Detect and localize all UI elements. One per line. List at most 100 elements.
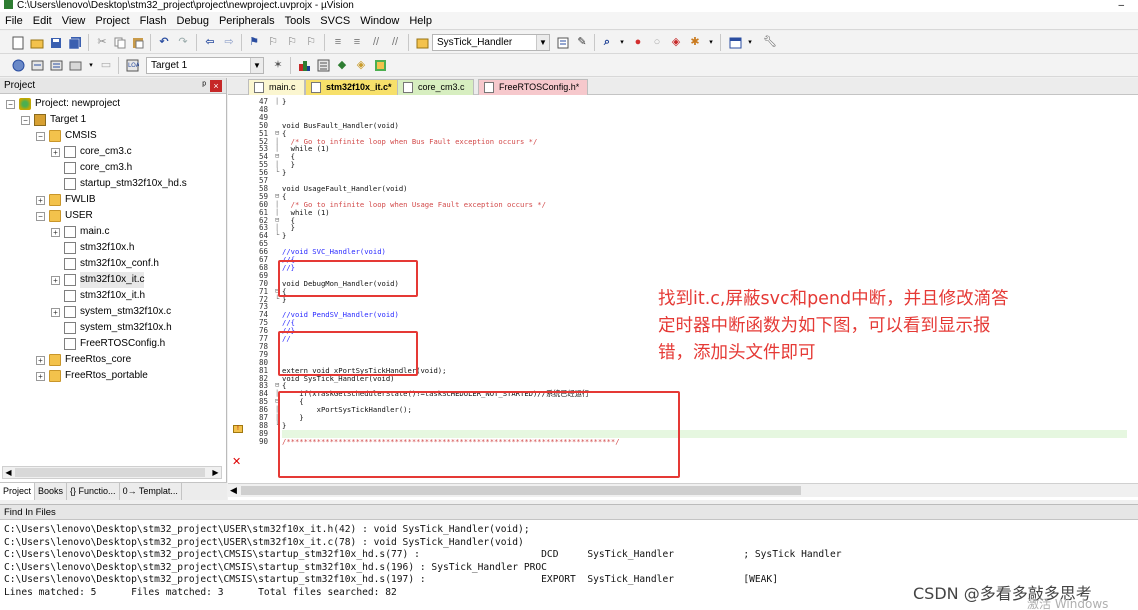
menu-edit[interactable]: Edit xyxy=(28,12,57,30)
tab-books[interactable]: Books xyxy=(35,483,68,500)
menu-flash[interactable]: Flash xyxy=(135,12,172,30)
menu-project[interactable]: Project xyxy=(90,12,134,30)
find-result-row[interactable]: C:\Users\lenovo\Desktop\stm32_project\US… xyxy=(4,537,524,549)
find-combo-dropdown-icon[interactable]: ▼ xyxy=(536,35,549,50)
find-result-row[interactable]: C:\Users\lenovo\Desktop\stm32_project\US… xyxy=(4,524,530,536)
rebuild-icon[interactable] xyxy=(48,58,64,73)
tree-file[interactable]: stm32f10x.h xyxy=(51,240,134,256)
build-icon[interactable] xyxy=(29,58,45,73)
breakpoint-settings-icon[interactable]: ✱ xyxy=(687,35,703,50)
tree-file[interactable]: stm32f10x_conf.h xyxy=(51,256,159,272)
comment-icon[interactable]: // xyxy=(368,35,384,50)
breakpoint-disable-icon[interactable]: ○ xyxy=(649,35,665,50)
find-result-row[interactable]: C:\Users\lenovo\Desktop\stm32_project\CM… xyxy=(4,574,778,586)
tree-file[interactable]: system_stm32f10x.h xyxy=(51,320,172,336)
target-select-combo[interactable]: Target 1 ▼ xyxy=(146,57,264,74)
collapse-icon[interactable]: − xyxy=(36,211,45,221)
warning-icon[interactable]: ! xyxy=(233,425,243,433)
collapse-icon[interactable]: − xyxy=(6,99,15,109)
error-icon[interactable]: ✕ xyxy=(232,457,241,468)
tab-templates[interactable]: 0→ Templat... xyxy=(120,483,182,500)
menu-debug[interactable]: Debug xyxy=(172,12,214,30)
rte-icon[interactable] xyxy=(372,58,388,73)
translate-icon[interactable] xyxy=(10,58,26,73)
save-all-icon[interactable] xyxy=(67,35,83,50)
find-in-files-icon[interactable] xyxy=(414,35,430,50)
editor-tab-core-cm3-c[interactable]: core_cm3.c xyxy=(397,79,474,95)
collapse-icon[interactable]: − xyxy=(36,131,45,141)
breakpoint-kill-all-icon[interactable]: ◈ xyxy=(668,35,684,50)
cut-icon[interactable]: ✂ xyxy=(94,35,110,50)
select-packs-icon[interactable] xyxy=(315,58,331,73)
tree-file[interactable]: startup_stm32f10x_hd.s xyxy=(51,176,187,192)
target-combo-dropdown-icon[interactable]: ▼ xyxy=(250,58,263,73)
find-result-row[interactable]: C:\Users\lenovo\Desktop\stm32_project\CM… xyxy=(4,549,842,561)
pack-installer-icon[interactable]: ◈ xyxy=(353,58,369,73)
window-layout-dropdown-icon[interactable]: ▾ xyxy=(742,35,758,50)
debug-dropdown-icon[interactable]: ▾ xyxy=(614,35,630,50)
redo-icon[interactable]: ↷ xyxy=(175,35,191,50)
menu-svcs[interactable]: SVCS xyxy=(315,12,355,30)
new-file-icon[interactable] xyxy=(10,35,26,50)
expand-icon[interactable]: + xyxy=(36,195,45,205)
find-combo[interactable]: SysTick_Handler ▼ xyxy=(432,34,550,51)
tree-file[interactable]: FreeRTOSConfig.h xyxy=(51,336,165,352)
scroll-thumb[interactable] xyxy=(241,486,801,495)
collapse-icon[interactable]: − xyxy=(21,115,30,125)
breakpoint-insert-icon[interactable]: ● xyxy=(630,35,646,50)
stop-build-icon[interactable]: ▭ xyxy=(98,58,114,73)
tree-folder[interactable]: − USER xyxy=(36,208,93,224)
options-for-target-icon[interactable]: ✶ xyxy=(270,58,286,73)
tree-folder[interactable]: + FWLIB xyxy=(36,192,96,208)
minimize-button[interactable]: – xyxy=(1118,0,1124,12)
expand-icon[interactable]: + xyxy=(36,355,45,365)
batch-build-icon[interactable] xyxy=(67,58,83,73)
tree-file[interactable]: + core_cm3.c xyxy=(51,144,132,160)
tree-folder[interactable]: + FreeRtos_core xyxy=(36,352,131,368)
bookmark-next-icon[interactable]: ⚐ xyxy=(284,35,300,50)
bookmark-insert-icon[interactable]: ⚑ xyxy=(246,35,262,50)
tree-file[interactable]: core_cm3.h xyxy=(51,160,132,176)
expand-icon[interactable]: + xyxy=(36,371,45,381)
tree-file[interactable]: + system_stm32f10x.c xyxy=(51,304,171,320)
window-layout-icon[interactable] xyxy=(727,35,743,50)
manage-runtime-env-icon[interactable]: ◆ xyxy=(334,58,350,73)
configure-icon[interactable]: 🔧︎ xyxy=(762,35,778,50)
tree-file[interactable]: stm32f10x_it.h xyxy=(51,288,145,304)
open-folder-icon[interactable] xyxy=(29,35,45,50)
unindent-icon[interactable]: ≡ xyxy=(349,35,365,50)
tab-functions[interactable]: {} Functio... xyxy=(67,483,120,500)
find-result-row[interactable]: C:\Users\lenovo\Desktop\stm32_project\CM… xyxy=(4,562,547,574)
scroll-left-icon[interactable]: ◀ xyxy=(3,467,14,478)
menu-tools[interactable]: Tools xyxy=(280,12,316,30)
tree-target[interactable]: − Target 1 xyxy=(21,112,86,128)
save-icon[interactable] xyxy=(48,35,64,50)
download-load-icon[interactable]: LOAD xyxy=(124,58,140,73)
editor-tab-freertosconfig-h[interactable]: FreeRTOSConfig.h* xyxy=(478,79,589,95)
tree-file[interactable]: + stm32f10x_it.c xyxy=(51,272,145,288)
expand-icon[interactable]: + xyxy=(51,147,60,157)
menu-file[interactable]: File xyxy=(0,12,28,30)
manage-project-items-icon[interactable] xyxy=(296,58,312,73)
expand-icon[interactable]: + xyxy=(51,227,60,237)
editor-tab-stm32f10x-it-c[interactable]: stm32f10x_it.c* xyxy=(305,79,401,95)
tab-project[interactable]: Project xyxy=(0,483,36,500)
menu-window[interactable]: Window xyxy=(355,12,404,30)
tree-folder[interactable]: + FreeRtos_portable xyxy=(36,368,148,384)
editor-tab-main-c[interactable]: main.c xyxy=(248,79,305,95)
incremental-find-icon[interactable]: ✎ xyxy=(574,35,590,50)
expand-icon[interactable]: + xyxy=(51,307,60,317)
project-horizontal-scrollbar[interactable]: ◀ ▶ xyxy=(2,466,222,479)
pin-icon[interactable]: ᵖ xyxy=(202,78,206,94)
paste-icon[interactable] xyxy=(130,35,146,50)
tree-project[interactable]: − Project: newproject xyxy=(6,96,120,112)
menu-view[interactable]: View xyxy=(57,12,91,30)
bookmark-prev-icon[interactable]: ⚐ xyxy=(265,35,281,50)
bookmark-clear-icon[interactable]: ⚐ xyxy=(303,35,319,50)
navigate-back-icon[interactable]: ⇦ xyxy=(202,35,218,50)
uncomment-icon[interactable]: // xyxy=(387,35,403,50)
menu-peripherals[interactable]: Peripherals xyxy=(214,12,280,30)
tree-file[interactable]: + main.c xyxy=(51,224,109,240)
expand-icon[interactable]: + xyxy=(51,275,60,285)
close-panel-button[interactable]: × xyxy=(210,80,222,92)
